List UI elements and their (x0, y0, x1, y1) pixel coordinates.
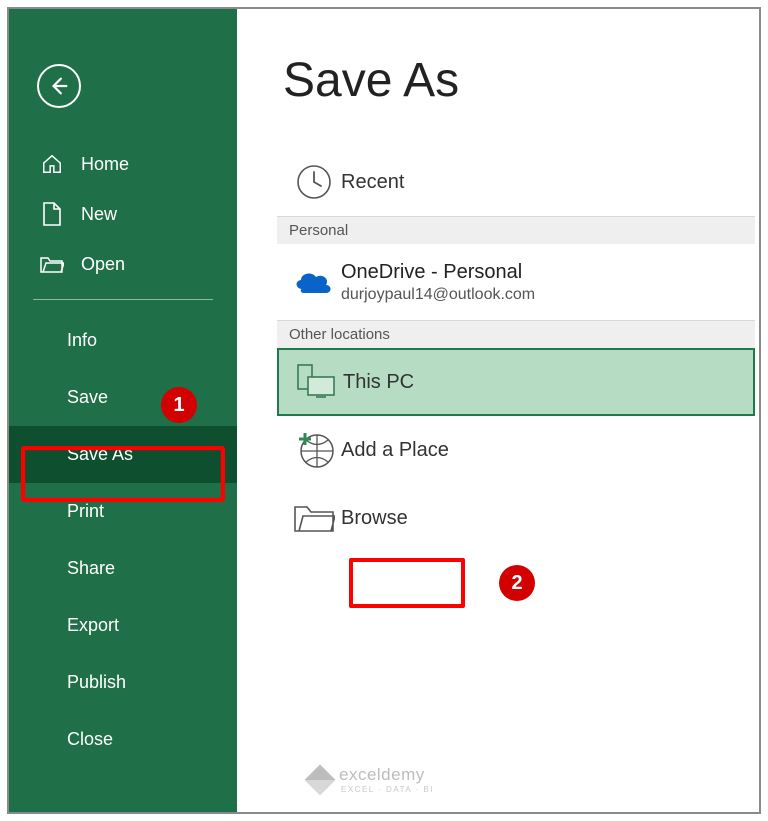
nav-export[interactable]: Export (9, 597, 237, 654)
location-onedrive[interactable]: OneDrive - Personal durjoypaul14@outlook… (277, 244, 759, 320)
nav-label: New (81, 204, 117, 225)
watermark-tagline: EXCEL · DATA · BI (341, 785, 434, 794)
onedrive-title: OneDrive - Personal (341, 261, 535, 284)
nav-info[interactable]: Info (9, 312, 237, 369)
section-personal: Personal (277, 216, 755, 244)
onedrive-email: durjoypaul14@outlook.com (341, 286, 535, 304)
location-label: This PC (343, 371, 414, 394)
backstage-sidebar: Home New Open Info Save Save As Print Sh… (9, 9, 237, 812)
nav-print[interactable]: Print (9, 483, 237, 540)
location-add-place[interactable]: Add a Place (277, 416, 759, 484)
nav-save-as[interactable]: Save As (9, 426, 237, 483)
location-label: Recent (341, 171, 404, 194)
nav-label: Open (81, 254, 125, 275)
section-other: Other locations (277, 320, 755, 348)
this-pc-icon (289, 363, 343, 401)
back-button[interactable] (37, 64, 81, 108)
location-label: Add a Place (341, 439, 449, 462)
page-title: Save As (283, 53, 759, 108)
folder-open-icon (39, 254, 65, 274)
location-this-pc[interactable]: This PC (277, 348, 755, 416)
nav-home[interactable]: Home (9, 139, 237, 189)
arrow-left-icon (48, 75, 70, 97)
nav-publish[interactable]: Publish (9, 654, 237, 711)
nav-open[interactable]: Open (9, 239, 237, 289)
nav-close[interactable]: Close (9, 711, 237, 768)
watermark: exceldemy EXCEL · DATA · BI (309, 765, 434, 794)
onedrive-icon (287, 267, 341, 297)
new-file-icon (39, 202, 65, 226)
sidebar-divider (33, 299, 213, 300)
home-icon (39, 153, 65, 175)
nav-new[interactable]: New (9, 189, 237, 239)
nav-share[interactable]: Share (9, 540, 237, 597)
clock-icon (287, 162, 341, 202)
watermark-logo-icon (304, 764, 335, 795)
location-recent[interactable]: Recent (277, 148, 759, 216)
location-browse[interactable]: Browse (277, 484, 759, 552)
add-place-icon (287, 429, 341, 471)
watermark-brand: exceldemy (339, 765, 425, 784)
nav-label: Home (81, 154, 129, 175)
nav-save[interactable]: Save (9, 369, 237, 426)
folder-icon (287, 501, 341, 535)
save-as-panel: Save As Recent Personal OneDrive - Perso… (237, 9, 759, 812)
location-label: Browse (341, 507, 408, 530)
